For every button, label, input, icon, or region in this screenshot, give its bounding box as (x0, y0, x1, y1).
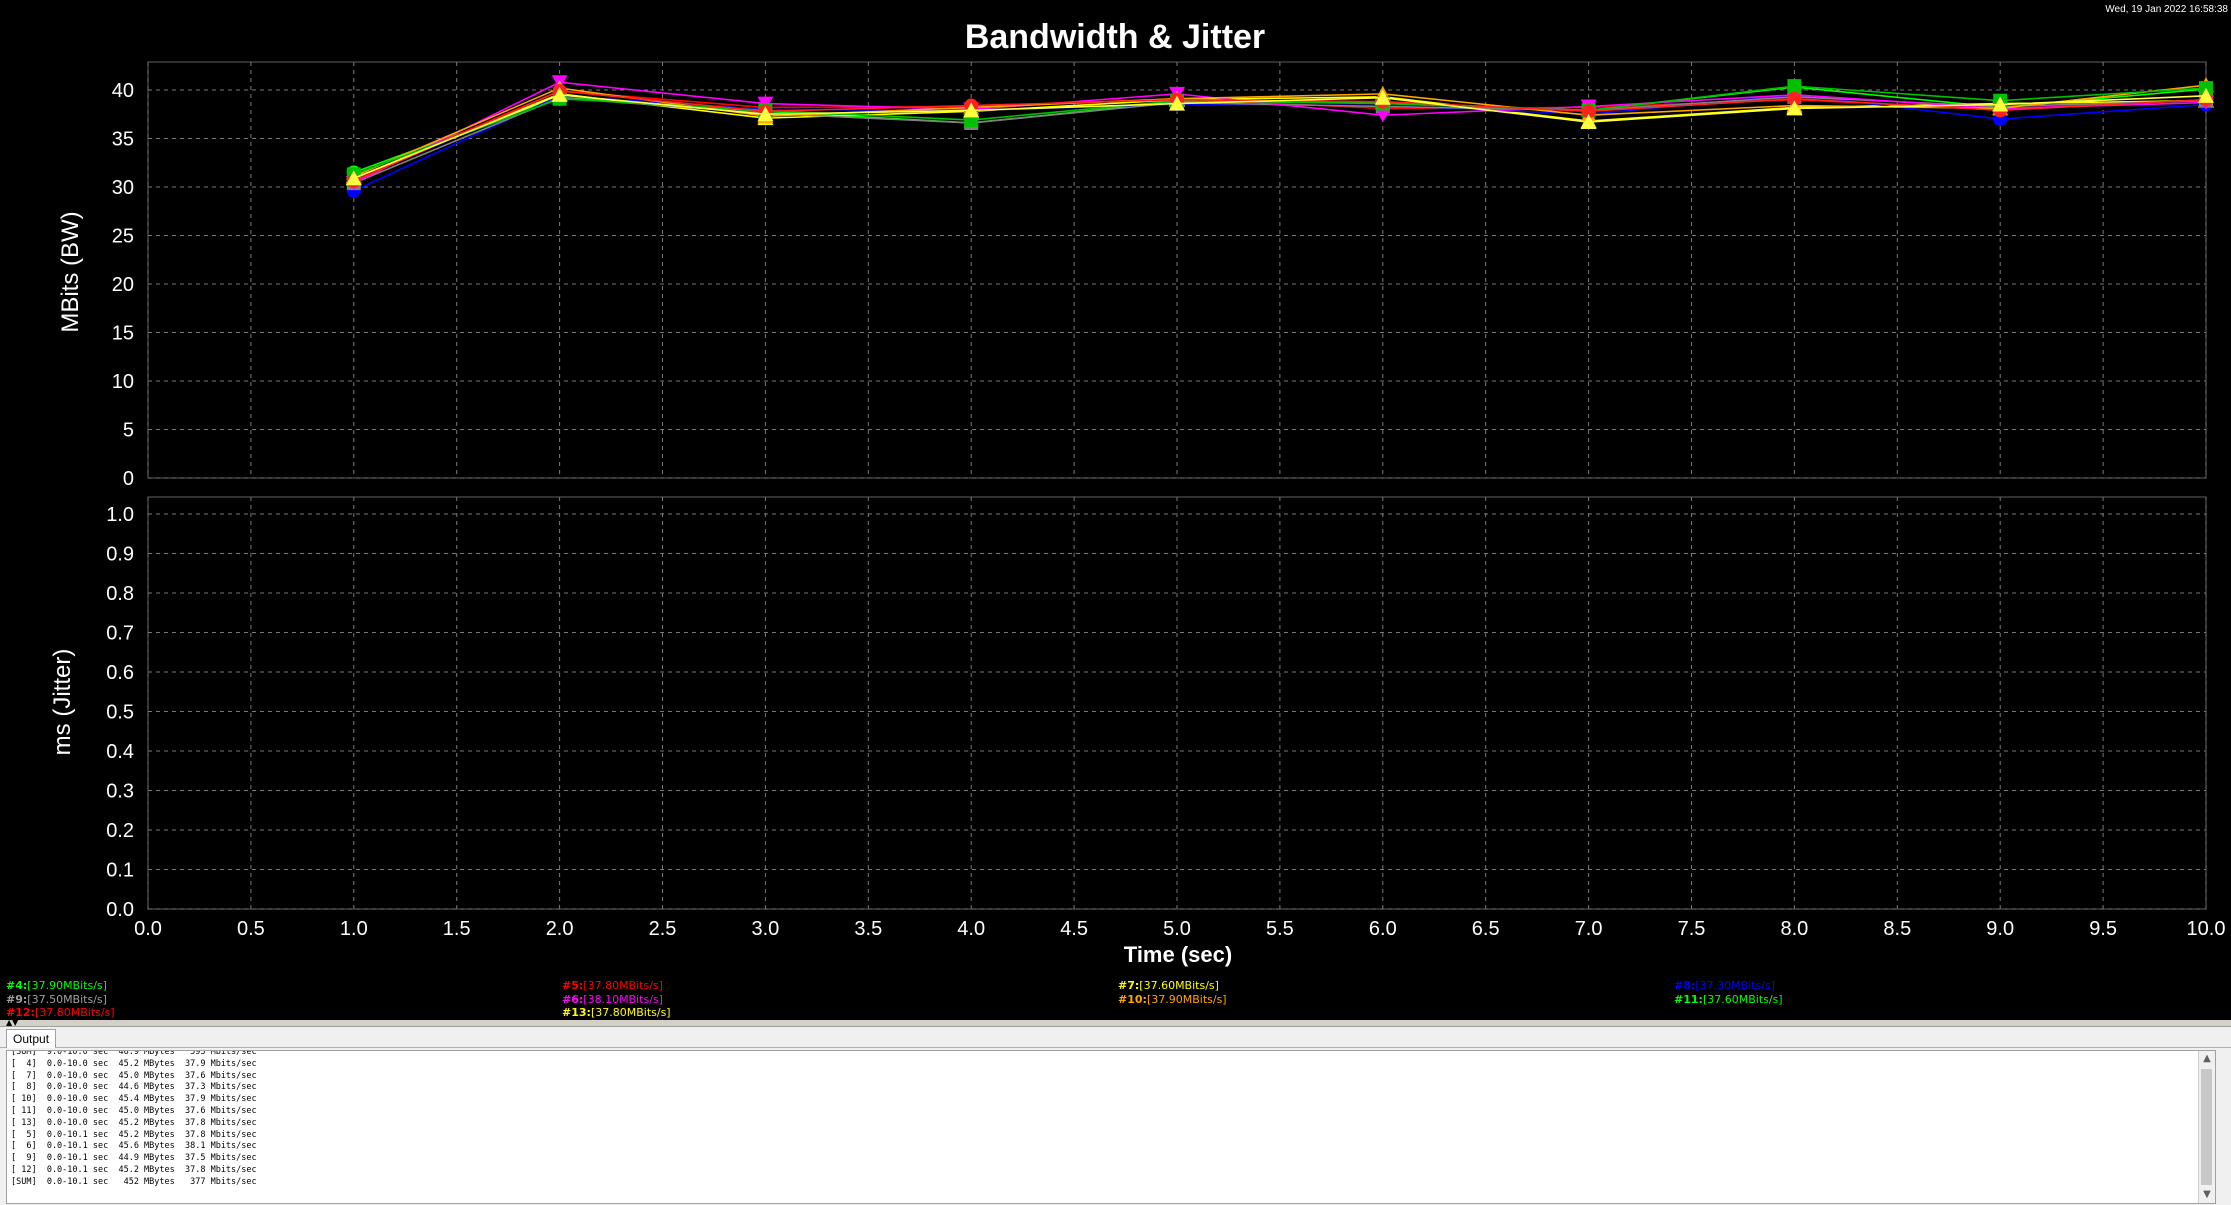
x-tick-label: 3.0 (751, 918, 779, 940)
jitter-y-tick-label: 0.2 (106, 820, 134, 842)
pane-splitter[interactable]: ▲▼ (0, 1018, 2231, 1027)
legend-item-12: #12:[37.80MBits/s] (6, 1006, 115, 1019)
legend-item-4: #4:[37.90MBits/s] (6, 979, 107, 992)
tab-output[interactable]: Output (6, 1029, 57, 1048)
output-lines: [SUM] 9.0-10.0 sec 46.9 MBytes 393 Mbits… (11, 1050, 257, 1189)
jitter-y-tick-label: 0.9 (106, 544, 134, 566)
output-pane: ▲▼ Output [SUM] 9.0-10.0 sec 46.9 MBytes… (0, 1018, 2231, 1205)
bw-y-tick-label: 0 (123, 468, 134, 490)
jitter-y-tick-label: 0.7 (106, 623, 134, 645)
output-line: [SUM] 0.0-10.1 sec 452 MBytes 377 Mbits/… (11, 1176, 257, 1187)
x-tick-label: 9.5 (2089, 918, 2117, 940)
x-tick-label: 10.0 (2187, 918, 2226, 940)
bw-y-tick-label: 25 (112, 226, 134, 248)
x-tick-label: 7.0 (1575, 918, 1603, 940)
x-tick-label: 7.5 (1678, 918, 1706, 940)
jitter-y-tick-label: 1.0 (106, 504, 134, 526)
output-line: [ 7] 0.0-10.0 sec 45.0 MBytes 37.6 Mbits… (11, 1070, 257, 1081)
legend: #4:[37.90MBits/s] #5:[37.80MBits/s] #7:[… (0, 976, 2231, 1020)
x-tick-label: 5.0 (1163, 918, 1191, 940)
output-line: [ 5] 0.0-10.1 sec 45.2 MBytes 37.8 Mbits… (11, 1129, 257, 1140)
x-tick-label: 2.5 (649, 918, 677, 940)
output-line: [ 9] 0.0-10.1 sec 44.9 MBytes 37.5 Mbits… (11, 1153, 257, 1164)
x-tick-label: 0.0 (134, 918, 162, 940)
x-tick-label: 4.0 (957, 918, 985, 940)
bw-y-tick-label: 20 (112, 274, 134, 296)
jitter-y-axis-label: ms (Jitter) (49, 649, 76, 756)
x-axis-label: Time (sec) (1124, 942, 1232, 967)
x-tick-label: 8.5 (1883, 918, 1911, 940)
x-tick-label: 6.5 (1472, 918, 1500, 940)
output-line: [ 13] 0.0-10.0 sec 45.2 MBytes 37.8 Mbit… (11, 1117, 257, 1128)
bw-y-tick-label: 10 (112, 371, 134, 393)
legend-item-5: #5:[37.80MBits/s] (562, 979, 663, 992)
jitter-y-tick-label: 0.3 (106, 781, 134, 803)
data-point (1787, 79, 1802, 94)
bw-y-tick-label: 5 (123, 420, 134, 442)
bw-y-tick-label: 15 (112, 323, 134, 345)
x-tick-label: 6.0 (1369, 918, 1397, 940)
jitter-y-tick-label: 0.4 (106, 741, 134, 763)
bw-y-axis-label: MBits (BW) (57, 211, 84, 332)
bw-y-tick-label: 30 (112, 177, 134, 199)
chart-title: Bandwidth & Jitter (965, 18, 1265, 56)
bandwidth-jitter-chart: Wed, 19 Jan 2022 16:58:38 Bandwidth & Ji… (49, 4, 2228, 967)
scroll-thumb[interactable] (2201, 1069, 2212, 1185)
output-line: [ 12] 0.0-10.1 sec 45.2 MBytes 37.8 Mbit… (11, 1164, 257, 1175)
output-line: [ 10] 0.0-10.0 sec 45.4 MBytes 37.9 Mbit… (11, 1094, 257, 1105)
legend-item-10: #10:[37.90MBits/s] (1118, 993, 1227, 1006)
legend-item-6: #6:[38.10MBits/s] (562, 993, 663, 1006)
x-tick-label: 8.0 (1780, 918, 1808, 940)
legend-item-11: #11:[37.60MBits/s] (1674, 993, 1783, 1006)
plot-area (147, 496, 2207, 910)
jitter-y-tick-label: 0.1 (106, 860, 134, 882)
x-tick-label: 5.5 (1266, 918, 1294, 940)
x-tick-label: 4.5 (1060, 918, 1088, 940)
output-line: [ 4] 0.0-10.0 sec 45.2 MBytes 37.9 Mbits… (11, 1058, 257, 1069)
jitter-plot: 0.0 0.1 0.2 0.3 0.4 0.5 0.6 0.7 0.8 0.9 1.0 0.0 0.5 1… (106, 496, 2226, 940)
output-line: [ 11] 0.0-10.0 sec 45.0 MBytes 37.6 Mbit… (11, 1105, 257, 1116)
legend-item-7: #7:[37.60MBits/s] (1118, 979, 1219, 992)
jitter-y-tick-label: 0.8 (106, 583, 134, 605)
x-tick-label: 2.0 (546, 918, 574, 940)
output-scrollbar[interactable]: ▲ ▼ (2198, 1051, 2215, 1203)
x-tick-label: 1.5 (443, 918, 471, 940)
x-tick-label: 3.5 (854, 918, 882, 940)
scroll-up-arrow-icon[interactable]: ▲ (2199, 1051, 2215, 1067)
bw-y-tick-label: 35 (112, 129, 134, 151)
jitter-y-tick-label: 0.6 (106, 662, 134, 684)
jitter-y-tick-label: 0.5 (106, 702, 134, 724)
jitter-y-tick-label: 0.0 (106, 899, 134, 921)
x-tick-label: 9.0 (1986, 918, 2014, 940)
bw-y-tick-label: 40 (112, 80, 134, 102)
output-console[interactable]: [SUM] 9.0-10.0 sec 46.9 MBytes 393 Mbits… (6, 1050, 2216, 1204)
legend-item-9: #9:[37.50MBits/s] (6, 993, 107, 1006)
scroll-down-arrow-icon[interactable]: ▼ (2199, 1187, 2215, 1203)
output-line: [ 8] 0.0-10.0 sec 44.6 MBytes 37.3 Mbits… (11, 1082, 257, 1093)
x-tick-label: 1.0 (340, 918, 368, 940)
splitter-grip-icon[interactable]: ▲▼ (6, 1018, 18, 1027)
legend-item-8: #8:[37.30MBits/s] (1674, 979, 1775, 992)
timestamp: Wed, 19 Jan 2022 16:58:38 (2105, 4, 2228, 15)
legend-item-13: #13:[37.80MBits/s] (562, 1006, 671, 1019)
output-line: [ 6] 0.0-10.1 sec 45.6 MBytes 38.1 Mbits… (11, 1141, 257, 1152)
output-line: [SUM] 9.0-10.0 sec 46.9 MBytes 393 Mbits… (11, 1050, 257, 1057)
bandwidth-plot: 0 5 10 15 20 25 30 35 40 (112, 61, 2214, 490)
x-tick-label: 0.5 (237, 918, 265, 940)
output-tab-bar: Output (0, 1027, 2231, 1048)
